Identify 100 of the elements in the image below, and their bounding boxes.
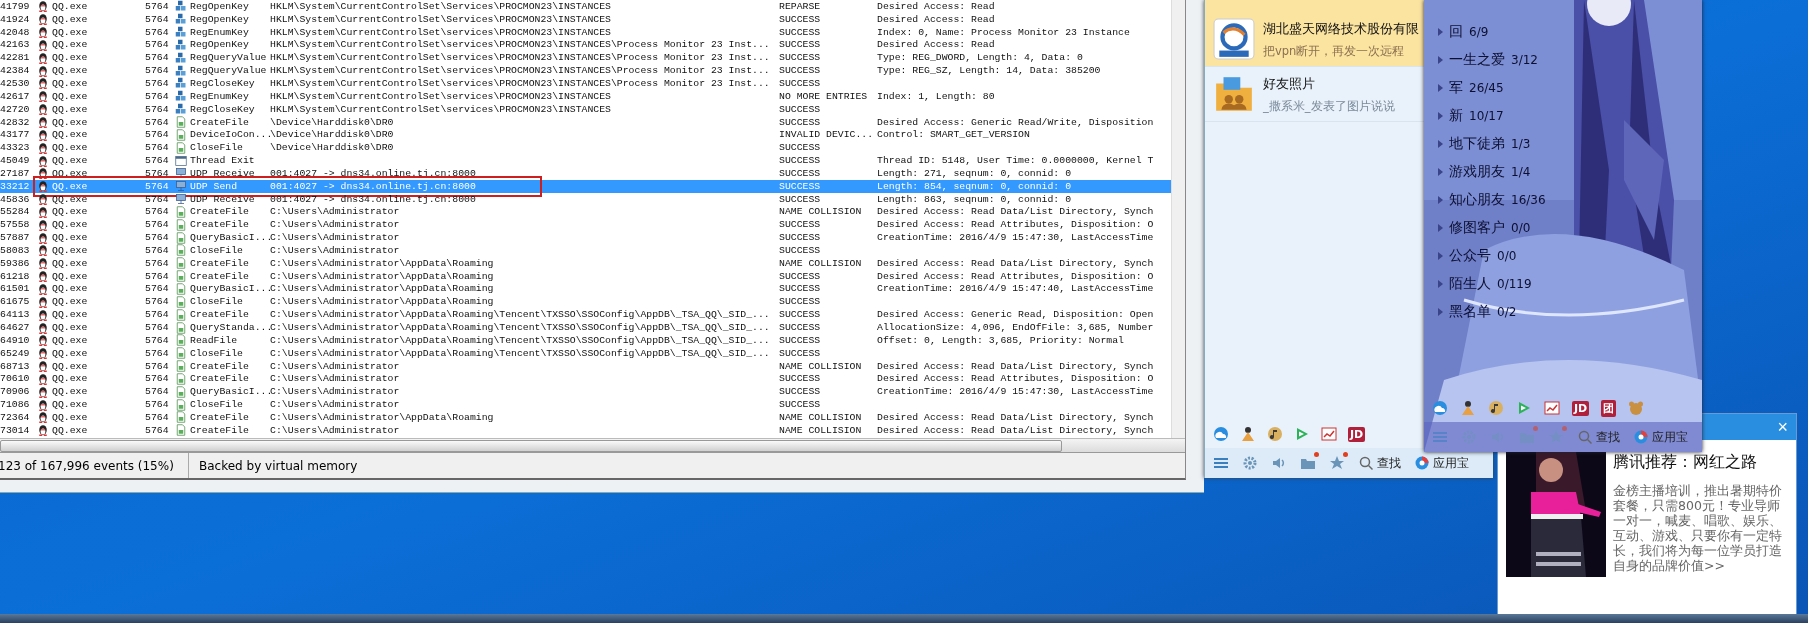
scrollbar[interactable] (1171, 0, 1185, 438)
search-button[interactable]: 查找 (1358, 454, 1401, 472)
event-row[interactable]: 42048 QQ.exe 5764 RegEnumKey HKLM\System\CurrentControlSet\services\PROCMON23\INSTANCES SUCCESS Index: 0, Name: Process Monitor 23 Instance (0, 25, 1171, 39)
event-row[interactable]: 64627 QQ.exe 5764 QueryStanda...C:\Users\Administrator\AppData\Roaming\Tencent\TXSSO\SSOConfig\AppDB\_TSA_QQ\_SID_... SUCCESS AllocationSize: 4,096, EndOfFile: 3,685, Number (0, 321, 1171, 334)
event-row[interactable]: 43323 QQ.exe 5764 CloseFile \Device\Harddisk0\DR0 SUCCESS (0, 141, 1171, 155)
penguin-icon (37, 205, 49, 218)
event-row[interactable]: 43177 QQ.exe 5764 DeviceIoCon...\Device\Harddisk0\DR0 INVALID DEVIC... Control: SMART_GET_VERSION (0, 128, 1171, 142)
event-row[interactable]: 57887 QQ.exe 5764 QueryBasicI...C:\Users\Administrator SUCCESS CreationTime: 2016/4/9 15:47:30, LastAccessTime (0, 231, 1171, 245)
blocks-icon (175, 64, 187, 77)
table-cell: HKLM\System\CurrentControlSet\services\PROCMON23\INSTANCES\Process Monitor 23 Inst... (270, 65, 770, 77)
event-row[interactable]: 71086 QQ.exe 5764 CloseFile C:\Users\Administrator SUCCESS (0, 398, 1171, 411)
event-row[interactable]: 57558 QQ.exe 5764 CreateFile C:\Users\Administrator SUCCESS Desired Access: Read Attributes, Disposition: O (0, 218, 1171, 232)
table-cell-text: SUCCESS (779, 296, 822, 308)
table-cell-text: SUCCESS (779, 155, 822, 167)
table-cell-text: 5764 (145, 283, 170, 295)
table-cell-text: CreateFile (189, 270, 250, 282)
table-cell: C:\Users\Administrator\AppData\Roaming (270, 283, 494, 295)
event-row[interactable]: 68713 QQ.exe 5764 CreateFile C:\Users\Administrator NAME COLLISION Desired Access: Read Data/List Directory, Synch (0, 359, 1171, 373)
event-row[interactable]: 55284 QQ.exe 5764 CreateFile C:\Users\Administrator NAME COLLISION Desired Access: Read Data/List Directory, Synch (0, 205, 1171, 219)
penguin-icon (37, 411, 49, 424)
contact-item[interactable]: 湖北盛天网络技术股份有限 把vpn断开，再发一次远程 (1205, 12, 1424, 67)
table-cell-text: 65249 (0, 347, 31, 359)
penguin-icon (37, 193, 49, 206)
logo-icon (1213, 18, 1255, 60)
penguin-icon (37, 13, 49, 26)
speaker-icon[interactable] (1271, 455, 1287, 471)
table-cell-text: 27187 (0, 167, 31, 179)
document-icon (175, 372, 187, 385)
event-row[interactable]: 41924 QQ.exe 5764 RegOpenKey HKLM\System\CurrentControlSet\Services\PROCMON23\INSTANCES SUCCESS Desired Access: Read (0, 12, 1171, 26)
event-row[interactable]: 65249 QQ.exe 5764 CloseFile C:\Users\Administrator\AppData\Roaming\Tencent\TXSSO\SSOConfig\AppDB\_TSA_QQ\_SID_... SUCCESS (0, 346, 1171, 360)
event-row[interactable]: 59386 QQ.exe 5764 CreateFile C:\Users\Administrator\AppData\Roaming NAME COLLISION Desired Access: Read Data/List Directory, Synch (0, 256, 1171, 270)
table-cell: Control: SMART_GET_VERSION (877, 129, 1030, 141)
table-cell-text: 5764 (145, 322, 170, 333)
table-cell: Desired Access: Read (877, 13, 995, 25)
event-row[interactable]: 61501 QQ.exe 5764 QueryBasicI...C:\Users\Administrator\AppData\Roaming SUCCESS CreationTime: 2016/4/9 15:47:40, LastAccessTime (0, 282, 1171, 296)
document-icon (175, 411, 187, 424)
table-cell-text: QQ.exe (51, 270, 89, 282)
table-cell-text: SUCCESS (779, 180, 822, 192)
blocks-icon (175, 13, 187, 26)
event-row[interactable]: 42530 QQ.exe 5764 RegCloseKey HKLM\System\CurrentControlSet\services\PROCMON23\INSTANCES\Process Monitor 23 Inst... SUCCESS (0, 77, 1171, 90)
chart-icon[interactable] (1321, 426, 1337, 442)
document-icon (175, 308, 187, 321)
table-cell-text: QQ.exe (51, 180, 89, 192)
table-cell: Desired Access: Read Attributes, Disposition: O (877, 373, 1154, 385)
penguin-icon (37, 321, 49, 334)
event-row[interactable]: 42720 QQ.exe 5764 RegCloseKey HKLM\System\CurrentControlSet\services\PROCMON23\INSTANCES SUCCESS (0, 102, 1171, 116)
app-logo[interactable]: JD (1348, 426, 1366, 442)
scrollbar-thumb[interactable] (0, 440, 1062, 452)
event-row[interactable]: 45836 QQ.exe 5764 UDP Receive 001:4027 -> dns34.online.tj.cn:8000 SUCCESS Length: 863, seqnum: 0, connid: 0 (0, 192, 1171, 206)
table-cell-text: CreateFile (189, 219, 250, 231)
table-cell-text: QueryBasicI... (189, 386, 270, 398)
table-cell-text: SUCCESS (779, 283, 822, 295)
menu-icon[interactable] (1213, 455, 1229, 471)
table-cell: Length: 271, seqnum: 0, connid: 0 (877, 167, 1071, 179)
event-row[interactable]: 64910 QQ.exe 5764 ReadFile C:\Users\Administrator\AppData\Roaming\Tencent\TXSSO\SSOConfig\AppDB\_TSA_QQ\_SID_... SUCCESS Offset: 0, Length: 3,685, Priority: Normal (0, 333, 1171, 347)
contact-item[interactable]: 好友照片 _撒系米_发表了图片说说 (1205, 67, 1424, 122)
event-row[interactable]: 72364 QQ.exe 5764 CreateFile C:\Users\Administrator\AppData\Roaming NAME COLLISION Desired Access: Read Data/List Directory, Synch (0, 411, 1171, 424)
status-text: 123 of 167,996 events (15%) (0, 453, 189, 478)
settings-icon[interactable] (1242, 455, 1258, 471)
table-cell-text: 61218 (0, 270, 31, 282)
penguin-icon (37, 141, 49, 154)
table-cell-text: 5764 (145, 411, 170, 423)
event-row[interactable]: 42384 QQ.exe 5764 RegQueryValue HKLM\System\CurrentControlSet\services\PROCMON23\INSTANCES\Process Monitor 23 Inst... SUCCESS Type: REG_SZ, Length: 14, Data: 385200 (0, 64, 1171, 78)
event-row[interactable]: 45049 QQ.exe 5764 Thread Exit SUCCESS Thread ID: 5148, User Time: 0.0000000, Kernel T (0, 154, 1171, 167)
table-cell: \Device\Harddisk0\DR0 (270, 116, 394, 128)
table-cell-text: SUCCESS (779, 39, 822, 51)
event-row[interactable]: 42832 QQ.exe 5764 CreateFile \Device\Harddisk0\DR0 SUCCESS Desired Access: Generic Read/Write, Disposition (0, 115, 1171, 129)
event-row[interactable]: 70610 QQ.exe 5764 CreateFile C:\Users\Administrator SUCCESS Desired Access: Read Attributes, Disposition: O (0, 372, 1171, 386)
table-cell-text: 5764 (145, 0, 170, 12)
message-preview: _撒系米_发表了图片说说 (1263, 98, 1395, 114)
table-cell-text: 5764 (145, 26, 170, 38)
table-cell: Type: REG_DWORD, Length: 4, Data: 0 (877, 52, 1083, 64)
table-cell-text: DeviceIoCon... (189, 129, 270, 141)
event-row[interactable]: 41799 QQ.exe 5764 RegOpenKey HKLM\System\CurrentControlSet\Services\PROCMON23\INSTANCES REPARSE Desired Access: Read (0, 0, 1171, 13)
table-cell: Index: 0, Name: Process Monitor 23 Instance (877, 26, 1130, 38)
app-store-button[interactable]: 应用宝 (1414, 454, 1469, 472)
blocks-icon (175, 38, 187, 51)
event-row[interactable]: 64113 QQ.exe 5764 CreateFile C:\Users\Administrator\AppData\Roaming\Tencent\TXSSO\SSOConfig\AppDB\_TSA_QQ\_SID_... SUCCESS Desired Access: Generic Read, Disposition: Open (0, 308, 1171, 322)
table-cell-text: 5764 (145, 155, 170, 167)
table-cell-text: INVALID DEVIC... (779, 129, 875, 141)
event-row[interactable]: 61218 QQ.exe 5764 CreateFile C:\Users\Administrator\AppData\Roaming SUCCESS Desired Access: Read Attributes, Disposition: O (0, 269, 1171, 283)
event-row[interactable]: 42163 QQ.exe 5764 RegOpenKey HKLM\System\CurrentControlSet\services\PROCMON23\INSTANCES\Process Monitor 23 Inst... SUCCESS Desired Access: Read (0, 38, 1171, 52)
event-row[interactable]: 58083 QQ.exe 5764 CloseFile C:\Users\Administrator SUCCESS (0, 244, 1171, 257)
figure-icon[interactable] (1240, 426, 1256, 442)
table-cell-text: 5764 (145, 103, 170, 115)
music-icon[interactable] (1267, 426, 1283, 442)
event-row[interactable]: 42617 QQ.exe 5764 RegEnumKey HKLM\System\CurrentControlSet\services\PROCMON23\INSTANCES NO MORE ENTRIES Index: 1, Length: 80 (0, 89, 1171, 103)
penguin-icon (37, 372, 49, 385)
star-icon[interactable] (1329, 455, 1345, 471)
document-icon (175, 321, 187, 334)
table-cell-text: CreateFile (189, 373, 250, 385)
table-cell-text: CreateFile (189, 411, 250, 423)
event-row[interactable]: 42281 QQ.exe 5764 RegQueryValue HKLM\System\CurrentControlSet\services\PROCMON23\INSTANCES\Process Monitor 23 Inst... SUCCESS Type: REG_DWORD, Length: 4, Data: 0 (0, 51, 1171, 65)
play-icon[interactable] (1294, 426, 1310, 442)
table-cell-text: QQ.exe (51, 193, 89, 205)
cloud-icon[interactable] (1213, 426, 1229, 442)
scrollbar[interactable] (0, 438, 1185, 452)
event-row[interactable]: 70906 QQ.exe 5764 QueryBasicI...C:\Users\Administrator SUCCESS CreationTime: 2016/4/9 15:47:30, LastAccessTime (0, 385, 1171, 399)
event-row[interactable]: 73014 QQ.exe 5764 CreateFile C:\Users\Administrator NAME COLLISION Desired Access: Read Data/List Directory, Synch (0, 423, 1171, 437)
event-row[interactable]: 61675 QQ.exe 5764 CloseFile C:\Users\Administrator\AppData\Roaming SUCCESS (0, 295, 1171, 309)
